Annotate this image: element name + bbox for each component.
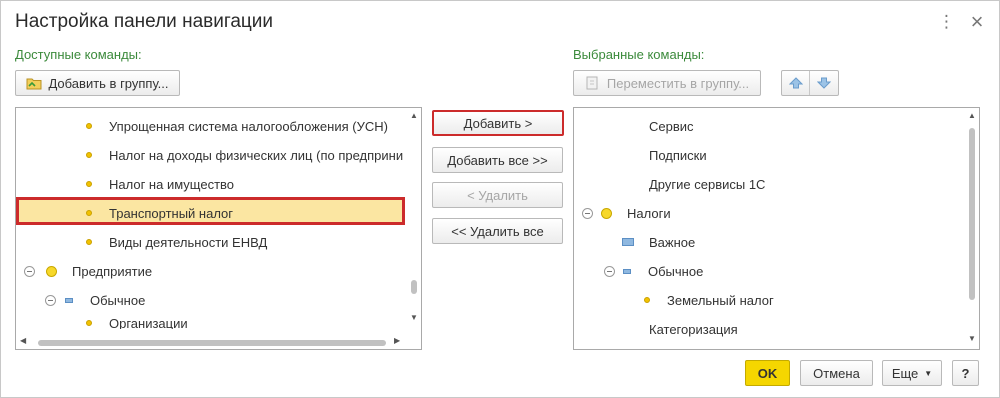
arrow-up-icon[interactable] — [782, 71, 810, 95]
more-button[interactable]: Еще ▼ — [882, 360, 942, 386]
collapse-icon[interactable] — [604, 265, 615, 277]
group-rect-icon — [65, 297, 73, 303]
list-item[interactable]: Упрощенная система налогообложения (УСН) — [86, 112, 388, 140]
remove-button[interactable]: < Удалить — [432, 182, 563, 208]
scroll-down-arrow-icon[interactable]: ▼ — [410, 313, 418, 322]
list-item[interactable]: Виды деятельности ЕНВД — [86, 228, 267, 256]
tree-group-row[interactable]: Налоги — [582, 199, 671, 227]
remove-all-button[interactable]: << Удалить все — [432, 218, 563, 244]
command-dot-icon — [86, 210, 92, 216]
move-to-group-icon — [585, 76, 601, 90]
navigation-panel-settings-dialog: Настройка панели навигации ⋮ × Доступные… — [0, 0, 1000, 398]
command-dot-icon — [86, 181, 92, 187]
more-label: Еще — [891, 365, 919, 381]
list-item-selected[interactable]: Транспортный налог — [86, 199, 233, 227]
list-item[interactable]: Категоризация — [649, 315, 738, 343]
scroll-thumb[interactable] — [411, 280, 417, 294]
selected-commands-tree[interactable]: Сервис Подписки Другие сервисы 1С Налоги… — [573, 107, 980, 350]
group-dot-icon — [601, 207, 612, 219]
add-button[interactable]: Добавить > — [432, 110, 564, 136]
scroll-up-arrow-icon[interactable]: ▲ — [968, 111, 976, 120]
list-item[interactable]: Сервис — [649, 112, 694, 140]
scroll-up-arrow-icon[interactable]: ▲ — [410, 111, 418, 120]
command-dot-icon — [86, 123, 92, 129]
tree-group-row[interactable]: Обычное — [45, 286, 145, 314]
vertical-ellipsis-icon[interactable]: ⋮ — [938, 11, 955, 35]
move-to-group-label: Переместить в группу... — [606, 75, 750, 91]
help-button[interactable]: ? — [952, 360, 979, 386]
group-rect-icon — [623, 268, 631, 274]
scroll-down-arrow-icon[interactable]: ▼ — [968, 334, 976, 343]
dialog-title: Настройка панели навигации — [15, 11, 274, 32]
group-rect-icon — [622, 238, 634, 246]
move-to-group-button[interactable]: Переместить в группу... — [573, 70, 761, 96]
vertical-scrollbar[interactable]: ▲ ▼ — [407, 108, 421, 349]
available-commands-label: Доступные команды: — [15, 47, 142, 62]
add-all-button[interactable]: Добавить все >> — [432, 147, 563, 173]
list-item[interactable]: Земельный налог — [644, 286, 774, 314]
command-dot-icon — [86, 239, 92, 245]
list-item[interactable]: Налог на имущество — [86, 170, 234, 198]
scroll-right-arrow-icon[interactable]: ▶ — [394, 336, 400, 345]
collapse-icon[interactable] — [24, 265, 35, 277]
reorder-buttons — [781, 70, 839, 96]
add-to-group-button[interactable]: Добавить в группу... — [15, 70, 180, 96]
group-dot-icon — [46, 265, 57, 277]
tree-group-row[interactable]: Предприятие — [24, 257, 152, 285]
list-item[interactable]: Важное — [622, 228, 695, 256]
scroll-thumb[interactable] — [969, 128, 975, 300]
collapse-icon[interactable] — [582, 207, 593, 219]
arrow-down-icon[interactable] — [810, 71, 838, 95]
collapse-icon[interactable] — [45, 294, 56, 306]
scroll-thumb[interactable] — [38, 340, 386, 346]
vertical-scrollbar[interactable]: ▲ ▼ — [965, 108, 979, 349]
ok-button[interactable]: OK — [745, 360, 790, 386]
add-to-group-label: Добавить в группу... — [48, 75, 169, 91]
cancel-button[interactable]: Отмена — [800, 360, 873, 386]
horizontal-scrollbar[interactable]: ◀ ▶ — [16, 335, 408, 349]
command-dot-icon — [644, 297, 650, 303]
chevron-down-icon: ▼ — [924, 368, 933, 378]
selected-commands-label: Выбранные команды: — [573, 47, 705, 62]
close-icon[interactable]: × — [967, 11, 987, 35]
list-item[interactable]: Другие сервисы 1С — [649, 170, 765, 198]
list-item[interactable]: Подписки — [649, 141, 707, 169]
available-commands-tree[interactable]: Упрощенная система налогообложения (УСН)… — [15, 107, 422, 350]
command-dot-icon — [86, 152, 92, 158]
scroll-left-arrow-icon[interactable]: ◀ — [20, 336, 26, 345]
command-dot-icon — [86, 320, 92, 326]
list-item[interactable]: Организации — [86, 315, 188, 329]
tree-group-row[interactable]: Обычное — [604, 257, 703, 285]
add-to-group-icon — [26, 76, 42, 90]
list-item[interactable]: Налог на доходы физических лиц (по предп… — [86, 141, 403, 169]
